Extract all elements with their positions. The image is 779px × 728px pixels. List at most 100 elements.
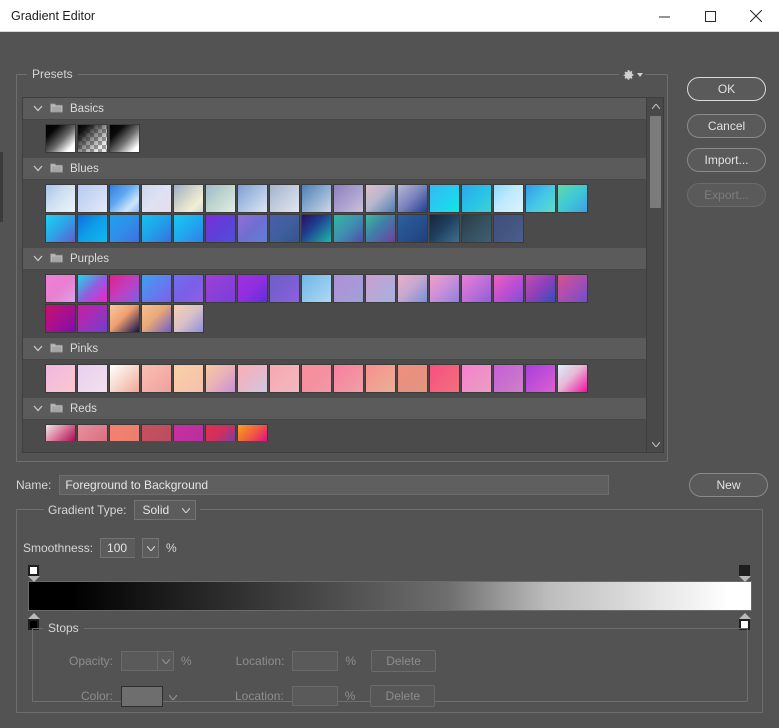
- chevron-down-icon[interactable]: [33, 102, 43, 116]
- opacity-input[interactable]: [121, 651, 157, 671]
- preset-swatch[interactable]: [45, 184, 76, 213]
- preset-folder-header[interactable]: Basics: [23, 98, 647, 120]
- cancel-button[interactable]: Cancel: [687, 114, 766, 138]
- preset-swatch[interactable]: [205, 424, 236, 441]
- smoothness-input[interactable]: 100: [100, 538, 136, 558]
- preset-swatch[interactable]: [557, 274, 588, 303]
- preset-swatch[interactable]: [461, 274, 492, 303]
- preset-swatch[interactable]: [173, 304, 204, 333]
- preset-swatch[interactable]: [141, 424, 172, 441]
- preset-swatch[interactable]: [461, 184, 492, 213]
- presets-scrollbar[interactable]: [646, 98, 663, 452]
- scroll-down-button[interactable]: [647, 436, 663, 452]
- preset-swatch[interactable]: [141, 184, 172, 213]
- close-button[interactable]: [733, 0, 779, 32]
- preset-swatch[interactable]: [237, 364, 268, 393]
- preset-swatch[interactable]: [173, 364, 204, 393]
- color-stop-marker[interactable]: [28, 613, 41, 630]
- preset-swatch[interactable]: [269, 274, 300, 303]
- preset-swatch[interactable]: [77, 304, 108, 333]
- smoothness-stepper[interactable]: [142, 538, 160, 558]
- color-dropdown-icon[interactable]: [168, 689, 178, 703]
- preset-swatch[interactable]: [205, 184, 236, 213]
- preset-swatch[interactable]: [429, 274, 460, 303]
- preset-swatch[interactable]: [173, 274, 204, 303]
- preset-swatch[interactable]: [365, 214, 396, 243]
- opacity-stop-marker[interactable]: [739, 565, 752, 582]
- preset-swatch[interactable]: [429, 184, 460, 213]
- presets-menu-button[interactable]: [619, 66, 645, 84]
- preset-swatch[interactable]: [269, 184, 300, 213]
- chevron-down-icon[interactable]: [33, 402, 43, 416]
- preset-swatch[interactable]: [173, 424, 204, 441]
- preset-swatch[interactable]: [397, 274, 428, 303]
- preset-swatch[interactable]: [429, 214, 460, 243]
- preset-swatch[interactable]: [45, 304, 76, 333]
- maximize-button[interactable]: [687, 0, 733, 32]
- preset-swatch[interactable]: [109, 184, 140, 213]
- preset-swatch[interactable]: [301, 364, 332, 393]
- preset-swatch[interactable]: [45, 424, 76, 441]
- color-stop-marker[interactable]: [739, 613, 752, 630]
- gradient-type-select[interactable]: Solid: [133, 500, 197, 520]
- preset-swatch[interactable]: [461, 364, 492, 393]
- preset-swatch[interactable]: [77, 274, 108, 303]
- preset-swatch[interactable]: [333, 184, 364, 213]
- preset-swatch[interactable]: [365, 364, 396, 393]
- preset-swatch[interactable]: [141, 214, 172, 243]
- preset-swatch[interactable]: [237, 214, 268, 243]
- opacity-location-input[interactable]: [292, 651, 339, 671]
- new-button[interactable]: New: [689, 473, 768, 497]
- gradient-preview-strip[interactable]: [28, 581, 752, 611]
- chevron-down-icon[interactable]: [33, 162, 43, 176]
- preset-swatch[interactable]: [557, 364, 588, 393]
- opacity-stepper[interactable]: [157, 651, 174, 671]
- preset-swatch[interactable]: [525, 364, 556, 393]
- preset-swatch[interactable]: [301, 214, 332, 243]
- preset-swatch[interactable]: [333, 214, 364, 243]
- preset-swatch[interactable]: [237, 424, 268, 441]
- preset-swatch[interactable]: [397, 184, 428, 213]
- preset-swatch[interactable]: [269, 364, 300, 393]
- import-button[interactable]: Import...: [687, 148, 766, 172]
- preset-folder-header[interactable]: Blues: [23, 158, 647, 180]
- preset-swatch[interactable]: [141, 304, 172, 333]
- preset-swatch[interactable]: [301, 184, 332, 213]
- preset-folder-header[interactable]: Reds: [23, 398, 647, 420]
- minimize-button[interactable]: [641, 0, 687, 32]
- preset-swatch[interactable]: [429, 364, 460, 393]
- ok-button[interactable]: OK: [687, 77, 766, 101]
- preset-folder-header[interactable]: Pinks: [23, 338, 647, 360]
- preset-swatch[interactable]: [493, 364, 524, 393]
- preset-swatch[interactable]: [333, 274, 364, 303]
- preset-swatch[interactable]: [205, 364, 236, 393]
- preset-swatch[interactable]: [45, 124, 76, 153]
- preset-swatch[interactable]: [109, 274, 140, 303]
- preset-swatch[interactable]: [493, 214, 524, 243]
- preset-swatch[interactable]: [45, 364, 76, 393]
- color-location-input[interactable]: [291, 686, 338, 706]
- preset-swatch[interactable]: [301, 274, 332, 303]
- opacity-delete-button[interactable]: Delete: [371, 650, 437, 672]
- preset-swatch[interactable]: [45, 274, 76, 303]
- scrollbar-thumb[interactable]: [650, 116, 661, 208]
- preset-swatch[interactable]: [461, 214, 492, 243]
- preset-swatch[interactable]: [237, 184, 268, 213]
- gradient-name-input[interactable]: Foreground to Background: [59, 475, 610, 495]
- preset-swatch[interactable]: [141, 364, 172, 393]
- preset-swatch[interactable]: [45, 214, 76, 243]
- color-delete-button[interactable]: Delete: [370, 685, 436, 707]
- preset-swatch[interactable]: [109, 424, 140, 441]
- preset-swatch[interactable]: [493, 274, 524, 303]
- preset-swatch[interactable]: [173, 214, 204, 243]
- export-button[interactable]: Export...: [687, 183, 766, 207]
- preset-swatch[interactable]: [77, 184, 108, 213]
- presets-list[interactable]: Basics Blues Purples Pinks Reds: [22, 97, 664, 453]
- preset-swatch[interactable]: [141, 274, 172, 303]
- preset-swatch[interactable]: [493, 184, 524, 213]
- preset-swatch[interactable]: [109, 124, 140, 153]
- preset-swatch[interactable]: [109, 304, 140, 333]
- preset-swatch[interactable]: [333, 364, 364, 393]
- preset-swatch[interactable]: [77, 214, 108, 243]
- chevron-down-icon[interactable]: [33, 342, 43, 356]
